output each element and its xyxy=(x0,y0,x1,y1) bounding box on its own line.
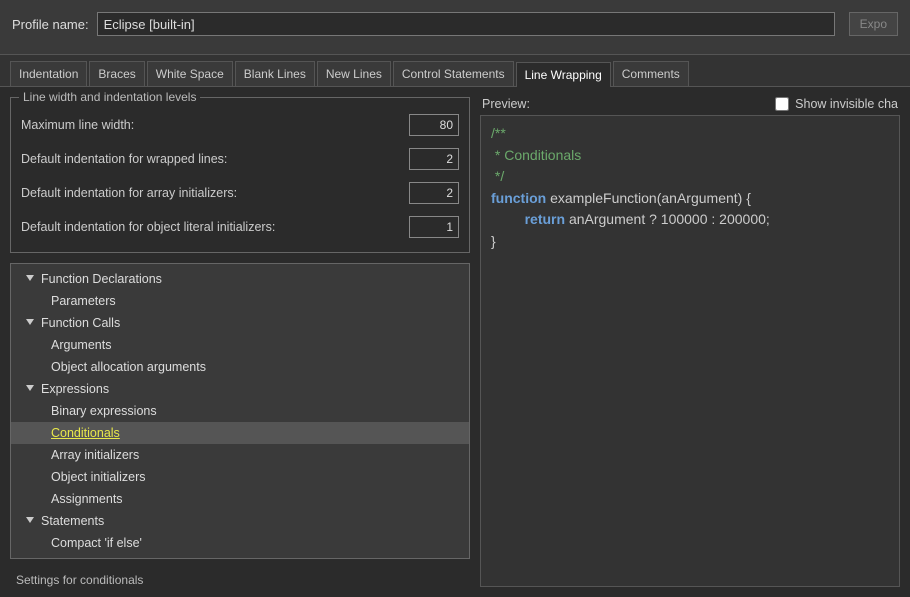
tree-item-label: Binary expressions xyxy=(51,402,157,420)
tab-braces[interactable]: Braces xyxy=(89,61,144,86)
tree-item-compact-if-else-[interactable]: Compact 'if else' xyxy=(11,532,469,554)
max-line-width-input[interactable] xyxy=(409,114,459,136)
show-invisible-checkbox-wrap[interactable]: Show invisible cha xyxy=(775,97,898,111)
tree-item-function-declarations[interactable]: Function Declarations xyxy=(11,268,469,290)
tree-item-label: Array initializers xyxy=(51,446,139,464)
show-invisible-checkbox[interactable] xyxy=(775,97,789,111)
tree-item-expressions[interactable]: Expressions xyxy=(11,378,469,400)
indent-object-label: Default indentation for object literal i… xyxy=(21,220,275,234)
tree-item-label: Arguments xyxy=(51,336,111,354)
tree-item-label: Conditionals xyxy=(51,424,120,442)
tree-item-label: Assignments xyxy=(51,490,123,508)
tree-item-conditionals[interactable]: Conditionals xyxy=(11,422,469,444)
tab-blank-lines[interactable]: Blank Lines xyxy=(235,61,315,86)
indent-array-label: Default indentation for array initialize… xyxy=(21,186,237,200)
tab-indentation[interactable]: Indentation xyxy=(10,61,87,86)
chevron-down-icon[interactable] xyxy=(25,517,35,525)
tree-item-array-initializers[interactable]: Array initializers xyxy=(11,444,469,466)
max-line-width-label: Maximum line width: xyxy=(21,118,134,132)
tree-item-statements[interactable]: Statements xyxy=(11,510,469,532)
profile-name-label: Profile name: xyxy=(12,17,89,32)
line-width-fieldset: Line width and indentation levels Maximu… xyxy=(10,97,470,253)
fieldset-legend: Line width and indentation levels xyxy=(19,90,200,104)
tree-item-label: Expressions xyxy=(41,380,109,398)
tree-item-label: Object allocation arguments xyxy=(51,358,206,376)
tree-item-label: Object initializers xyxy=(51,468,145,486)
tab-comments[interactable]: Comments xyxy=(613,61,689,86)
tree-item-function-calls[interactable]: Function Calls xyxy=(11,312,469,334)
tab-line-wrapping[interactable]: Line Wrapping xyxy=(516,62,611,87)
export-button[interactable]: Expo xyxy=(849,12,898,36)
tree-item-arguments[interactable]: Arguments xyxy=(11,334,469,356)
tree-item-label: Parameters xyxy=(51,292,116,310)
indent-array-input[interactable] xyxy=(409,182,459,204)
tree-item-label: Statements xyxy=(41,512,104,530)
tab-control-statements[interactable]: Control Statements xyxy=(393,61,514,86)
indent-object-input[interactable] xyxy=(409,216,459,238)
tree-item-assignments[interactable]: Assignments xyxy=(11,488,469,510)
chevron-down-icon[interactable] xyxy=(25,319,35,327)
indent-wrapped-label: Default indentation for wrapped lines: xyxy=(21,152,227,166)
show-invisible-label: Show invisible cha xyxy=(795,97,898,111)
chevron-down-icon[interactable] xyxy=(25,385,35,393)
profile-name-input[interactable] xyxy=(97,12,835,36)
settings-for-label: Settings for conditionals xyxy=(16,573,470,587)
preview-code: /** * Conditionals */ function exampleFu… xyxy=(480,115,900,587)
tree-item-label: Compact 'if else' xyxy=(51,534,142,552)
category-tree: Function Declarations Parameters Function … xyxy=(10,263,470,559)
tree-item-label: Function Calls xyxy=(41,314,120,332)
tree-item-binary-expressions[interactable]: Binary expressions xyxy=(11,400,469,422)
preview-label: Preview: xyxy=(482,97,530,111)
tree-item-parameters[interactable]: Parameters xyxy=(11,290,469,312)
tree-item-object-allocation-arguments[interactable]: Object allocation arguments xyxy=(11,356,469,378)
tab-new-lines[interactable]: New Lines xyxy=(317,61,391,86)
tab-bar: IndentationBracesWhite SpaceBlank LinesN… xyxy=(0,55,910,87)
profile-panel: Profile name: Expo xyxy=(0,0,910,55)
tree-item-label: Function Declarations xyxy=(41,270,162,288)
chevron-down-icon[interactable] xyxy=(25,275,35,283)
tab-white-space[interactable]: White Space xyxy=(147,61,233,86)
tree-item-object-initializers[interactable]: Object initializers xyxy=(11,466,469,488)
indent-wrapped-input[interactable] xyxy=(409,148,459,170)
